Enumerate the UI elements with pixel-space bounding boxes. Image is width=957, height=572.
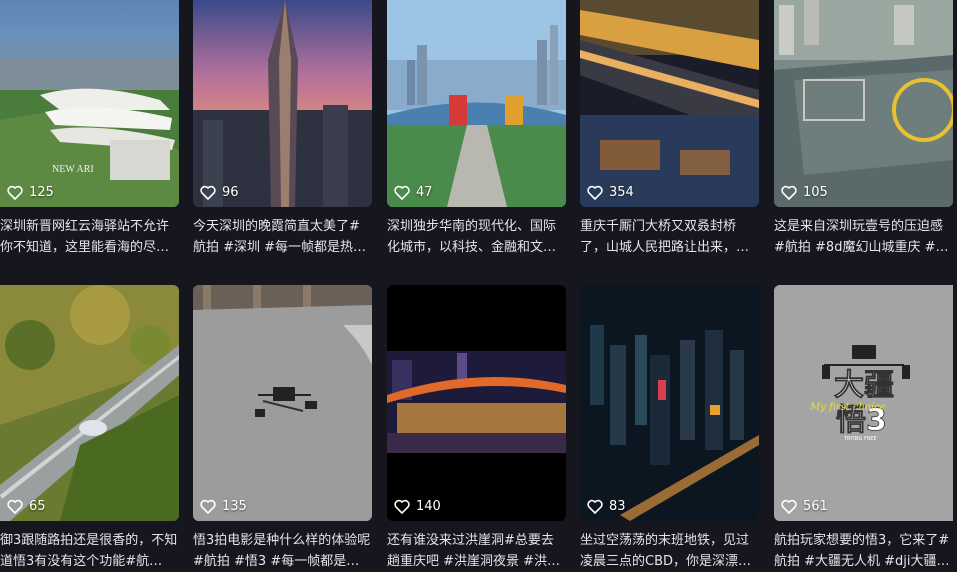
heart-icon[interactable] (7, 185, 23, 200)
hongyadong-night-image (387, 285, 566, 521)
video-thumbnail[interactable]: 83 (580, 285, 759, 521)
like-count-value: 125 (29, 185, 54, 200)
heart-icon[interactable] (200, 185, 216, 200)
video-caption[interactable]: 重庆千厮门大桥又双叒封桥了，山城人民把路让出来，… (580, 216, 759, 258)
heart-icon[interactable] (394, 499, 410, 514)
video-card[interactable]: 47 深圳独步华南的现代化、国际化城市，以科技、金融和文… (387, 0, 566, 258)
video-caption[interactable]: 御3跟随路拍还是很香的，不知道悟3有没有这个功能#航… (0, 530, 179, 572)
video-thumbnail[interactable]: 65 (0, 285, 179, 521)
heart-icon[interactable] (394, 185, 410, 200)
coastal-architecture-image: NEW ARI (0, 0, 179, 207)
night-bridge-image (580, 0, 759, 207)
like-count: 65 (7, 499, 46, 514)
heart-icon[interactable] (7, 499, 23, 514)
video-caption[interactable]: 深圳新晋网红云海驿站不允许你不知道，这里能看海的尽… (0, 216, 179, 258)
video-card[interactable]: 大疆 悟3 My first choice TRYING FREE 561 航拍… (774, 285, 953, 572)
mountain-road-car-image (0, 285, 179, 521)
video-card[interactable]: 83 坐过空荡荡的末班地铁，见过凌晨三点的CBD，你是深漂… (580, 285, 759, 572)
video-card[interactable]: 354 重庆千厮门大桥又双叒封桥了，山城人民把路让出来，… (580, 0, 759, 258)
video-card[interactable]: 135 悟3拍电影是种什么样的体验呢#航拍 #悟3 #每一帧都是… (193, 285, 372, 572)
video-caption[interactable]: 坐过空荡荡的末班地铁，见过凌晨三点的CBD，你是深漂… (580, 530, 759, 572)
heart-icon[interactable] (587, 185, 603, 200)
like-count: 140 (394, 499, 441, 514)
video-caption[interactable]: 深圳独步华南的现代化、国际化城市，以科技、金融和文… (387, 216, 566, 258)
like-count: 47 (394, 185, 433, 200)
logo-sub: TRYING FREE (843, 436, 877, 442)
video-card[interactable]: 105 这是来自深圳玩壹号的压迫感 #航拍 #8d魔幻山城重庆 #… (774, 0, 953, 258)
video-caption[interactable]: 悟3拍电影是种什么样的体验呢#航拍 #悟3 #每一帧都是… (193, 530, 372, 572)
like-count-value: 135 (222, 499, 247, 514)
video-thumbnail[interactable]: 大疆 悟3 My first choice TRYING FREE 561 (774, 285, 953, 521)
rooftop-helipad-image (774, 0, 953, 207)
like-count-value: 105 (803, 185, 828, 200)
like-count: 96 (200, 185, 239, 200)
video-caption[interactable]: 还有谁没来过洪崖洞#总要去趟重庆吧 #洪崖洞夜景 #洪… (387, 530, 566, 572)
heart-icon[interactable] (781, 185, 797, 200)
like-count-value: 96 (222, 185, 239, 200)
like-count: 83 (587, 499, 626, 514)
video-card[interactable]: NEW ARI 125 深圳新晋网红云海驿站不允许你不知道，这里能看海的尽… (0, 0, 179, 258)
video-thumbnail[interactable]: 140 (387, 285, 566, 521)
like-count-value: 354 (609, 185, 634, 200)
video-caption[interactable]: 今天深圳的晚霞简直太美了#航拍 #深圳 #每一帧都是热… (193, 216, 372, 258)
like-count: 105 (781, 185, 828, 200)
heart-icon[interactable] (200, 499, 216, 514)
like-count: 135 (200, 499, 247, 514)
city-night-aerial-image (580, 285, 759, 521)
video-thumbnail[interactable]: 96 (193, 0, 372, 207)
video-card[interactable]: 65 御3跟随路拍还是很香的，不知道悟3有没有这个功能#航… (0, 285, 179, 572)
like-count-value: 561 (803, 499, 828, 514)
like-count: 125 (7, 185, 54, 200)
city-civic-center-image (387, 0, 566, 207)
logo-script: My first choice (809, 402, 886, 413)
video-thumbnail[interactable]: 135 (193, 285, 372, 521)
video-thumbnail[interactable]: 105 (774, 0, 953, 207)
video-thumbnail[interactable]: 47 (387, 0, 566, 207)
sign-text: NEW ARI (52, 164, 94, 175)
like-count: 354 (587, 185, 634, 200)
heart-icon[interactable] (587, 499, 603, 514)
video-caption[interactable]: 这是来自深圳玩壹号的压迫感 #航拍 #8d魔幻山城重庆 #… (774, 216, 953, 258)
skyscraper-sunset-image (193, 0, 372, 207)
like-count-value: 83 (609, 499, 626, 514)
like-count-value: 140 (416, 499, 441, 514)
logo-line1: 大疆 (834, 368, 894, 403)
heart-icon[interactable] (781, 499, 797, 514)
like-count: 561 (781, 499, 828, 514)
video-card[interactable]: 140 还有谁没来过洪崖洞#总要去趟重庆吧 #洪崖洞夜景 #洪… (387, 285, 566, 572)
dji-avata-drone-image: 大疆 悟3 My first choice TRYING FREE (774, 285, 953, 521)
video-caption[interactable]: 航拍玩家想要的悟3，它来了#航拍 #大疆无人机 #dji大疆 … (774, 530, 953, 572)
like-count-value: 47 (416, 185, 433, 200)
video-thumbnail[interactable]: NEW ARI 125 (0, 0, 179, 207)
drone-street-image (193, 285, 372, 521)
like-count-value: 65 (29, 499, 46, 514)
video-thumbnail[interactable]: 354 (580, 0, 759, 207)
video-card[interactable]: 96 今天深圳的晚霞简直太美了#航拍 #深圳 #每一帧都是热… (193, 0, 372, 258)
